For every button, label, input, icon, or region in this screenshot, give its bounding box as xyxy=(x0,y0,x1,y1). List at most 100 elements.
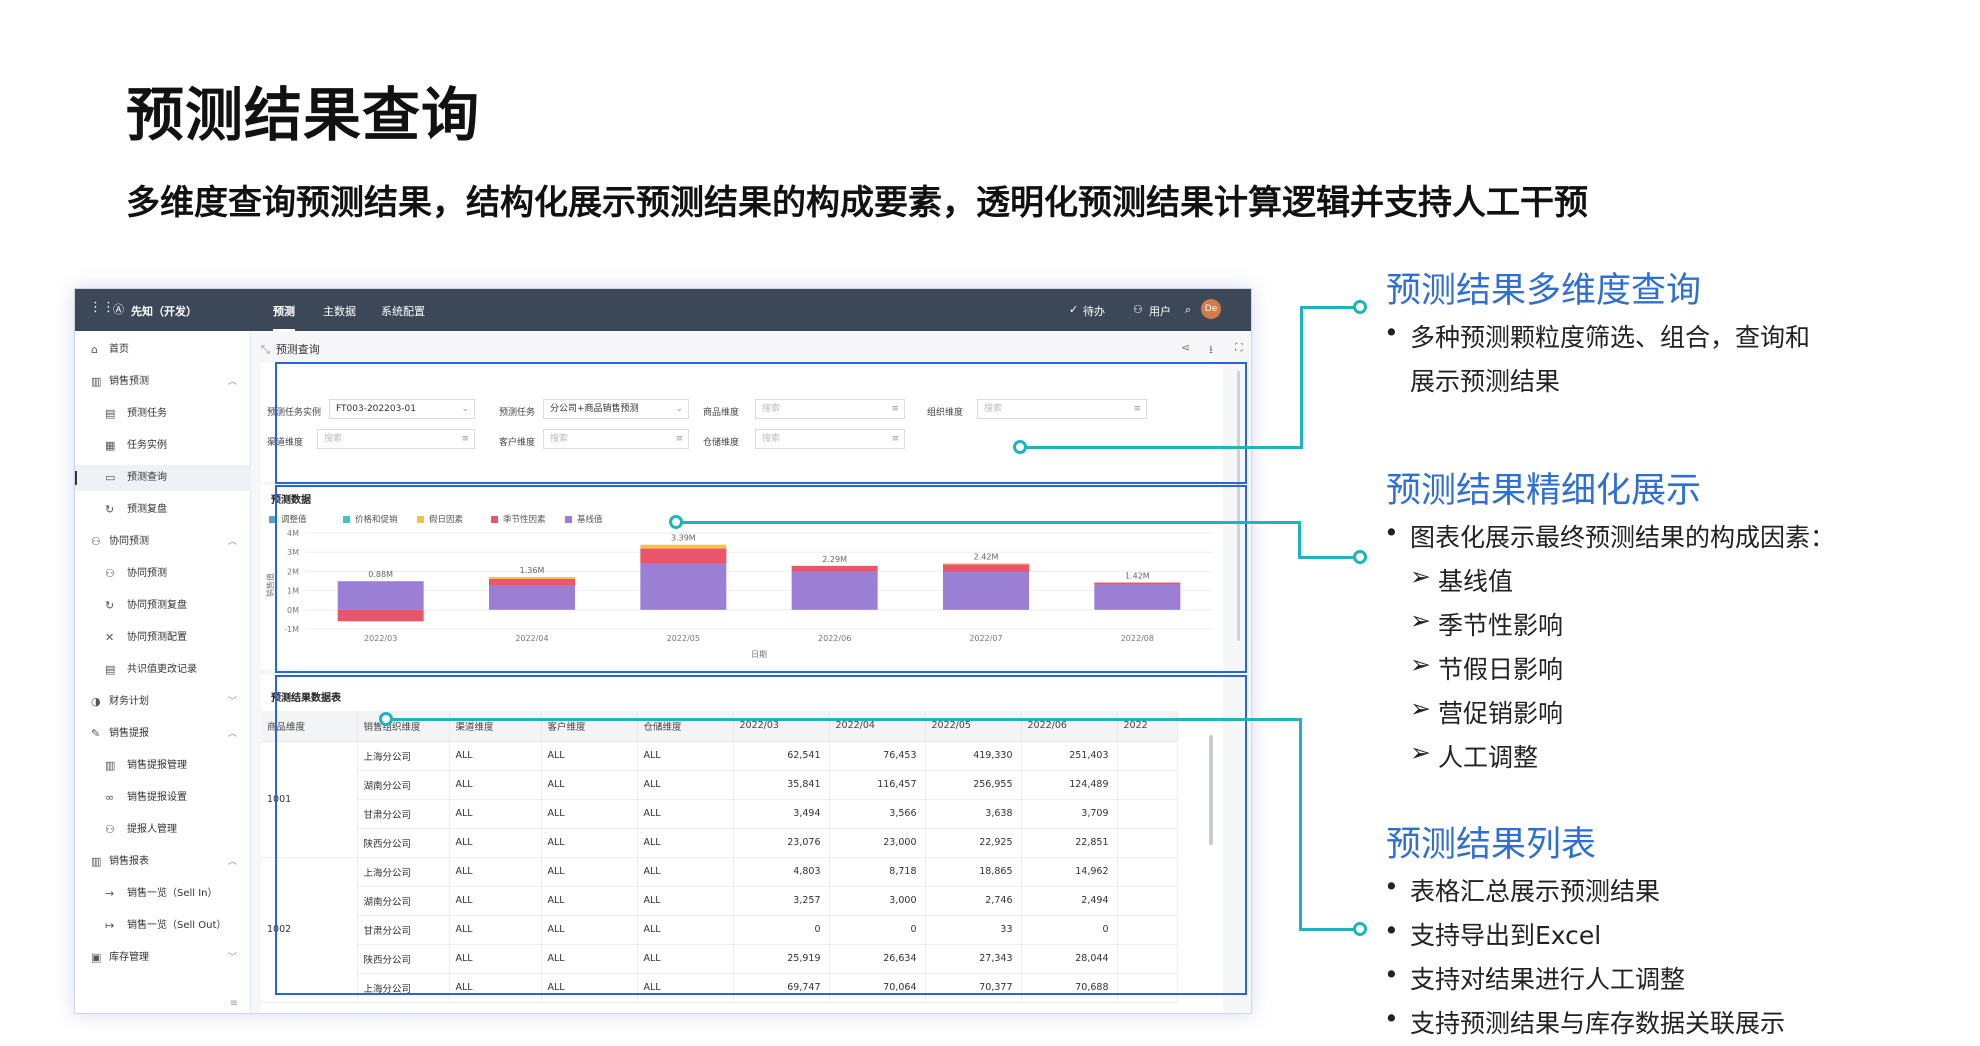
tab-forecast[interactable]: 预测 xyxy=(273,303,295,331)
arrow-bullet-icon: ➢ xyxy=(1410,606,1431,635)
sidebar-item[interactable]: ◑ 财务计划 ﹀ xyxy=(75,689,251,715)
connector-line xyxy=(1300,306,1303,449)
share-icon[interactable]: ⋖ xyxy=(1181,341,1190,354)
callout-subtext: 节假日影响 xyxy=(1438,655,1564,684)
users-icon: ⚇ xyxy=(1133,303,1143,316)
sidebar-item[interactable]: ▭ 预测查询 xyxy=(75,465,251,491)
callout-subtext: 基线值 xyxy=(1438,567,1514,596)
arrow-bullet-icon: ➢ xyxy=(1410,650,1431,679)
record-icon: ▤ xyxy=(105,663,116,676)
sidebar-item-label: 预测复盘 xyxy=(127,504,167,515)
sidebar-item[interactable]: ▥ 销售提报管理 xyxy=(75,753,251,779)
connector-line xyxy=(1020,446,1302,449)
review-icon: ↻ xyxy=(105,503,115,516)
chart-icon: ▥ xyxy=(91,375,102,388)
connector-dot xyxy=(669,515,683,529)
connector-line xyxy=(1298,556,1360,559)
sidebar-item-label: 协同预测 xyxy=(127,568,167,579)
sidebar-item[interactable]: ▣ 库存管理 ﹀ xyxy=(75,945,251,971)
app-screenshot: ⋮⋮ Ⓐ 先知（开发） 预测 主数据 系统配置 ✓ 待办 ⚇ 用户 ⌕ De ⌂… xyxy=(74,288,1252,1014)
slide-subtitle: 多维度查询预测结果，结构化展示预测结果的构成要素，透明化预测结果计算逻辑并支持人… xyxy=(126,183,1588,223)
callout-bullet: • xyxy=(1384,1004,1399,1033)
breadcrumb: ⤡ 预测查询 xyxy=(261,341,320,357)
query-icon: ▭ xyxy=(105,471,116,484)
finance-icon: ◑ xyxy=(91,695,101,708)
sidebar-item-label: 销售提报管理 xyxy=(127,760,187,771)
callout-heading-list: 预测结果列表 xyxy=(1386,825,1597,865)
sidebar-item-label: 财务计划 xyxy=(109,696,149,707)
team-icon: ⚇ xyxy=(91,535,101,548)
chevron-up-icon: ︿ xyxy=(227,729,237,739)
sidebar-item[interactable]: ⚇ 协同预测 ︿ xyxy=(75,529,251,555)
callout-text: 多种预测颗粒度筛选、组合，查询和 xyxy=(1410,323,1811,352)
apps-grid-icon[interactable]: ⋮⋮ xyxy=(89,300,115,315)
callout-subtext: 季节性影响 xyxy=(1438,611,1564,640)
active-indicator xyxy=(75,471,77,485)
sidebar-item[interactable]: ✕ 协同预测配置 xyxy=(75,625,251,651)
sidebar-item-label: 共识值更改记录 xyxy=(127,664,197,675)
avatar[interactable]: De xyxy=(1201,299,1221,319)
app-logo-text: 先知（开发） xyxy=(131,305,197,318)
arrow-bullet-icon: ➢ xyxy=(1410,738,1431,767)
sidebar-item[interactable]: ⌂ 首页 xyxy=(75,337,251,363)
download-icon[interactable]: ⭳ xyxy=(1209,341,1213,360)
top-nav-bar: ⋮⋮ Ⓐ 先知（开发） 预测 主数据 系统配置 ✓ 待办 ⚇ 用户 ⌕ De xyxy=(75,289,1251,331)
sidebar-item[interactable]: ▥ 销售预测 ︿ xyxy=(75,369,251,395)
connector-line xyxy=(676,521,1300,524)
sidebar-item[interactable]: ⚇ 协同预测 xyxy=(75,561,251,587)
report-icon: ▥ xyxy=(91,855,102,868)
sidebar-item[interactable]: ▤ 预测任务 xyxy=(75,401,251,427)
connector-line xyxy=(1298,521,1301,559)
callout-heading-query: 预测结果多维度查询 xyxy=(1386,271,1702,311)
edit-icon: ✎ xyxy=(91,727,101,740)
callout-text: 展示预测结果 xyxy=(1410,367,1561,396)
check-circle-icon: ✓ xyxy=(1069,303,1079,316)
link-icon: ∞ xyxy=(105,791,115,804)
callout-subtext: 营促销影响 xyxy=(1438,699,1564,728)
sidebar-item-label: 协同预测 xyxy=(109,536,149,547)
sidebar-item[interactable]: → 销售一览（Sell In） xyxy=(75,881,251,907)
connector-line xyxy=(386,718,1302,721)
collapse-icon[interactable]: ⤡ xyxy=(261,343,270,356)
connector-line xyxy=(1300,306,1360,309)
callout-bullet: • xyxy=(1384,518,1399,547)
sidebar-item[interactable]: ✎ 销售提报 ︿ xyxy=(75,721,251,747)
y-axis-label: 销售值 xyxy=(265,573,275,597)
todo-link[interactable]: 待办 xyxy=(1083,303,1105,319)
sidebar-item-label: 销售提报设置 xyxy=(127,792,187,803)
chevron-up-icon: ︿ xyxy=(227,537,237,547)
tab-system-config[interactable]: 系统配置 xyxy=(381,303,425,319)
connector-line xyxy=(1299,928,1360,931)
chevron-up-icon: ︿ xyxy=(227,857,237,867)
sidebar-item[interactable]: ▦ 任务实例 xyxy=(75,433,251,459)
connector-dot xyxy=(1353,922,1367,936)
chevron-up-icon: ︿ xyxy=(227,377,237,387)
collab-review-icon: ↻ xyxy=(105,599,115,612)
tab-master-data[interactable]: 主数据 xyxy=(323,303,356,319)
breadcrumb-label: 预测查询 xyxy=(275,343,320,356)
sidebar-item[interactable]: ⚇ 提报人管理 xyxy=(75,817,251,843)
sidebar-item-label: 协同预测配置 xyxy=(127,632,187,643)
wrench-icon: ✕ xyxy=(105,631,115,644)
ai-logo-icon: Ⓐ xyxy=(113,303,124,316)
sidebar-item[interactable]: ↻ 预测复盘 xyxy=(75,497,251,523)
connector-line xyxy=(1299,718,1302,931)
callout-text: 支持预测结果与库存数据关联展示 xyxy=(1410,1009,1786,1038)
connector-dot xyxy=(379,712,393,726)
sidebar-item[interactable]: ↻ 协同预测复盘 xyxy=(75,593,251,619)
sidebar-item[interactable]: ↦ 销售一览（Sell Out） xyxy=(75,913,251,939)
sidebar-item[interactable]: ▤ 共识值更改记录 xyxy=(75,657,251,683)
sidebar-item[interactable]: ▥ 销售报表 ︿ xyxy=(75,849,251,875)
sidebar-item[interactable]: ∞ 销售提报设置 xyxy=(75,785,251,811)
callout-bullet: • xyxy=(1384,960,1399,989)
collapse-menu-icon[interactable]: ≡ xyxy=(230,998,238,1009)
callout-heading-display: 预测结果精细化展示 xyxy=(1386,471,1702,511)
user-link[interactable]: 用户 xyxy=(1149,303,1171,319)
sidebar-item-label: 销售提报 xyxy=(109,728,149,739)
sidebar-item-label: 首页 xyxy=(109,344,129,355)
arrow-bullet-icon: ➢ xyxy=(1410,562,1431,591)
search-icon[interactable]: ⌕ xyxy=(1185,303,1191,317)
fullscreen-icon[interactable]: ⛶ xyxy=(1235,341,1243,355)
sidebar-item-label: 预测查询 xyxy=(127,472,167,483)
sidebar-item-label: 库存管理 xyxy=(109,952,149,963)
